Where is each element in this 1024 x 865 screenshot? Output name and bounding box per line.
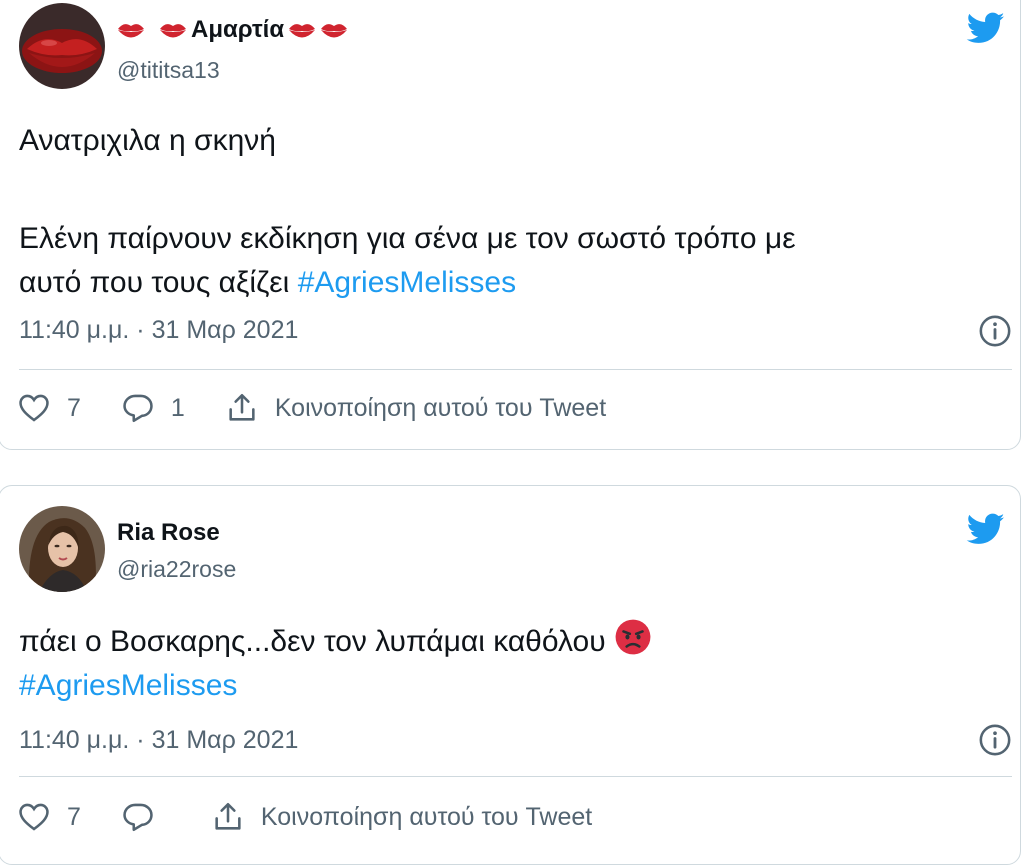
share-button[interactable]: Κοινοποίηση αυτού του Tweet	[211, 800, 592, 834]
info-icon[interactable]	[978, 314, 1012, 348]
tweet-text: Ανατριχιλα η σκηνή Ελένη παίρνουν εκδίκη…	[19, 119, 990, 305]
like-button[interactable]: 7	[17, 391, 81, 425]
lips-icon	[289, 24, 316, 38]
twitter-bird-icon[interactable]	[964, 9, 1008, 47]
lips-icon	[160, 24, 186, 38]
like-count: 7	[67, 393, 81, 422]
share-icon	[229, 393, 255, 421]
avatar[interactable]	[19, 506, 105, 592]
twitter-bird-icon[interactable]	[964, 510, 1008, 548]
tweet-text-line: #AgriesMelisses	[19, 664, 990, 708]
lips-icon	[321, 24, 348, 38]
hashtag-link[interactable]: #AgriesMelisses	[298, 266, 516, 299]
heart-icon	[19, 803, 49, 831]
lips-icon	[118, 24, 144, 38]
share-label: Κοινοποίηση αυτού του Tweet	[274, 393, 607, 422]
divider	[19, 776, 1012, 777]
display-name-text: Αμαρτία	[191, 16, 285, 43]
tweet-card[interactable]: Αμαρτία @tititsa13 Ανατριχιλα η σκηνή Ελ…	[0, 0, 1021, 450]
hashtag-link[interactable]: #AgriesMelisses	[19, 669, 237, 702]
share-button[interactable]: Κοινοποίηση αυτού του Tweet	[225, 391, 606, 425]
action-bar: 7 1 Κοινοποίηση αυτού του Tweet	[17, 391, 646, 425]
angry-face-icon	[615, 619, 651, 655]
share-label: Κοινοποίηση αυτού του Tweet	[260, 802, 593, 831]
reply-icon	[123, 394, 153, 423]
reply-button[interactable]: 1	[121, 391, 185, 425]
tweet-text: πάει ο Βοσκαρης...δεν τον λυπάμαι καθόλο…	[19, 618, 990, 708]
avatar[interactable]	[19, 3, 105, 89]
display-name[interactable]: Ria Rose	[117, 519, 220, 547]
like-button[interactable]: 7	[17, 800, 81, 834]
divider	[19, 369, 1012, 370]
tweet-card[interactable]: Ria Rose @ria22rose πάει ο Βοσκαρης...δε…	[0, 485, 1021, 865]
timestamp[interactable]: 11:40 μ.μ. · 31 Μαρ 2021	[19, 316, 298, 345]
tweet-text-line: Ελένη παίρνουν εκδίκηση για σένα με τον …	[19, 222, 796, 255]
reply-icon	[123, 803, 153, 832]
reply-button[interactable]	[121, 800, 171, 834]
tweet-text-fragment: αυτό που τους αξίζει	[19, 266, 290, 299]
like-count: 7	[67, 802, 81, 831]
display-name-text: Ria Rose	[117, 519, 220, 546]
display-name[interactable]: Αμαρτία	[117, 16, 348, 44]
info-icon[interactable]	[978, 723, 1012, 757]
tweet-text-line: Ανατριχιλα η σκηνή	[19, 124, 276, 157]
reply-count: 1	[170, 393, 185, 422]
heart-icon	[19, 394, 49, 422]
tweet-text-line: πάει ο Βοσκαρης...δεν τον λυπάμαι καθόλο…	[19, 618, 990, 664]
timestamp[interactable]: 11:40 μ.μ. · 31 Μαρ 2021	[19, 726, 298, 755]
user-handle[interactable]: @ria22rose	[117, 556, 236, 583]
tweet-text-line: αυτό που τους αξίζει #AgriesMelisses	[19, 261, 990, 305]
action-bar: 7 Κοινοποίηση αυτού του Tweet	[17, 800, 632, 834]
tweet-text-fragment: πάει ο Βοσκαρης...δεν τον λυπάμαι καθόλο…	[19, 625, 606, 658]
user-handle[interactable]: @tititsa13	[117, 57, 220, 84]
share-icon	[215, 802, 241, 830]
